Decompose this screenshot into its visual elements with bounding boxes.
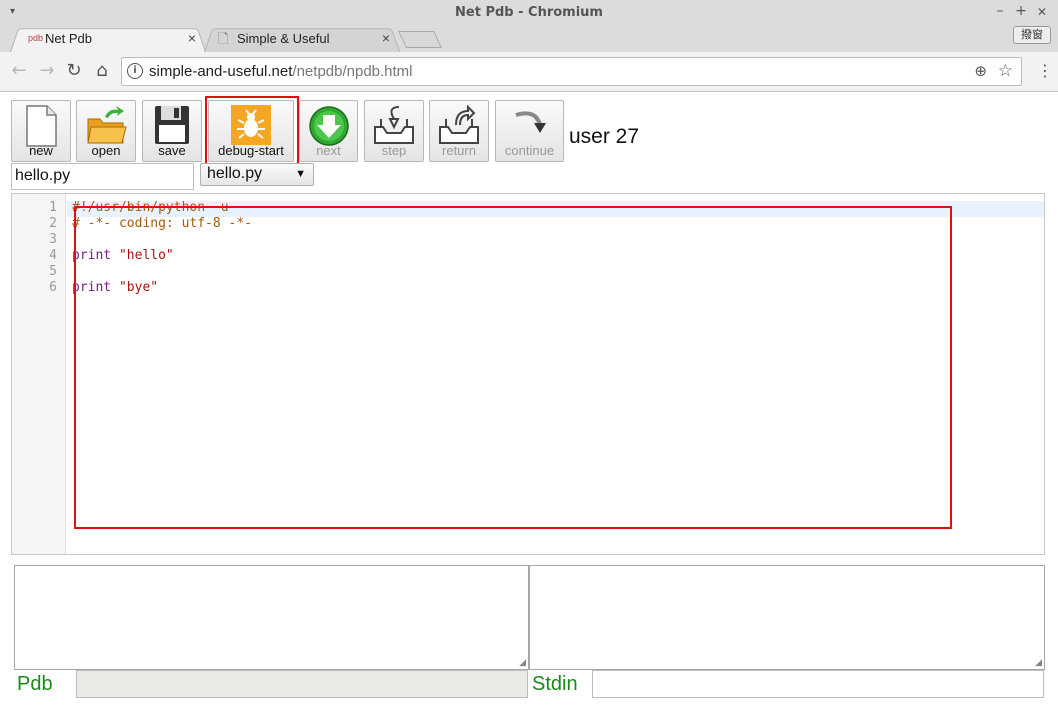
pdb-label: Pdb — [17, 673, 53, 695]
file-select[interactable]: hello.py ▼ — [200, 163, 314, 186]
next-button[interactable]: next — [299, 100, 358, 162]
stdin-input[interactable] — [592, 670, 1044, 698]
filename-input[interactable]: hello.py — [11, 163, 194, 190]
new-button[interactable]: new — [11, 100, 71, 162]
tab-close-icon[interactable]: × — [382, 30, 390, 46]
editor-highlight — [74, 206, 952, 529]
debug-start-highlight — [205, 96, 299, 167]
pdb-output-textarea[interactable]: ◢ — [14, 565, 529, 670]
return-label: return — [442, 143, 476, 158]
page-content: new open save debug-start next step retu… — [0, 93, 1058, 721]
close-window-button[interactable]: ✕ — [1034, 5, 1050, 19]
step-button[interactable]: step — [364, 100, 424, 162]
line-number: 5 — [49, 264, 57, 279]
ime-button[interactable]: 撥窗 — [1013, 26, 1051, 44]
line-number: 1 — [49, 200, 57, 215]
stdin-label: Stdin — [532, 673, 578, 695]
open-button[interactable]: open — [76, 100, 136, 162]
continue-label: continue — [504, 143, 555, 158]
browser-toolbar: ← → ↻ ⌂ i simple-and-useful.net/netpdb/n… — [0, 52, 1058, 92]
chevron-down-icon: ▼ — [295, 168, 306, 180]
line-number: 2 — [49, 216, 57, 231]
window-titlebar: ▾ Net Pdb - Chromium – + ✕ — [0, 0, 1058, 26]
new-tab-button[interactable] — [398, 31, 442, 48]
forward-arrow-icon[interactable]: → — [36, 60, 58, 81]
pdb-favicon-icon: pdb — [28, 33, 44, 43]
back-arrow-icon[interactable]: ← — [8, 60, 30, 81]
minimize-button[interactable]: – — [992, 3, 1008, 19]
line-number: 6 — [49, 280, 57, 295]
document-icon: 🗋 — [218, 31, 229, 46]
save-label: save — [158, 143, 186, 158]
return-out-tray-icon — [439, 105, 479, 144]
open-folder-icon — [87, 106, 127, 144]
address-bar[interactable]: i simple-and-useful.net/netpdb/npdb.html… — [121, 57, 1022, 86]
maximize-button[interactable]: + — [1013, 3, 1029, 19]
tab-simple-useful[interactable]: 🗋 Simple & Useful × — [204, 26, 400, 52]
save-button[interactable]: save — [142, 100, 202, 162]
line-number: 4 — [49, 248, 57, 263]
file-select-value: hello.py — [207, 165, 263, 182]
step-into-tray-icon — [374, 106, 414, 144]
continue-arrow-icon — [514, 111, 546, 133]
bookmark-star-icon[interactable]: ☆ — [998, 61, 1013, 81]
home-icon[interactable]: ⌂ — [91, 60, 113, 81]
zoom-icon[interactable]: ⊕ — [974, 62, 987, 80]
tab-label: Net Pdb — [45, 31, 92, 46]
next-label: next — [316, 143, 341, 158]
user-label: user 27 — [569, 125, 640, 148]
new-label: new — [29, 143, 53, 158]
resize-grip-icon[interactable]: ◢ — [1035, 658, 1042, 668]
next-down-arrow-icon — [308, 106, 349, 146]
reload-icon[interactable]: ↻ — [63, 60, 85, 81]
continue-button[interactable]: continue — [495, 100, 564, 162]
tab-label: Simple & Useful — [237, 31, 330, 46]
pdb-command-input[interactable] — [76, 670, 528, 698]
open-label: open — [91, 143, 121, 158]
step-label: step — [381, 143, 407, 158]
save-disk-icon — [155, 106, 189, 144]
browser-menu-icon[interactable]: ⋮ — [1037, 61, 1053, 80]
stdout-textarea[interactable]: ◢ — [529, 565, 1045, 670]
new-file-icon — [26, 105, 57, 147]
resize-grip-icon[interactable]: ◢ — [519, 658, 526, 668]
window-title: Net Pdb - Chromium — [455, 5, 603, 20]
info-icon[interactable]: i — [127, 63, 143, 79]
line-number-gutter: 1 2 3 4 5 6 — [12, 194, 66, 554]
tab-strip: pdb Net Pdb × 🗋 Simple & Useful × 撥窗 — [0, 26, 1058, 52]
tab-net-pdb[interactable]: pdb Net Pdb × — [10, 26, 206, 52]
return-button[interactable]: return — [429, 100, 489, 162]
line-number: 3 — [49, 232, 57, 247]
url-text[interactable]: simple-and-useful.net/netpdb/npdb.html — [149, 63, 413, 80]
tab-close-icon[interactable]: × — [188, 30, 196, 46]
